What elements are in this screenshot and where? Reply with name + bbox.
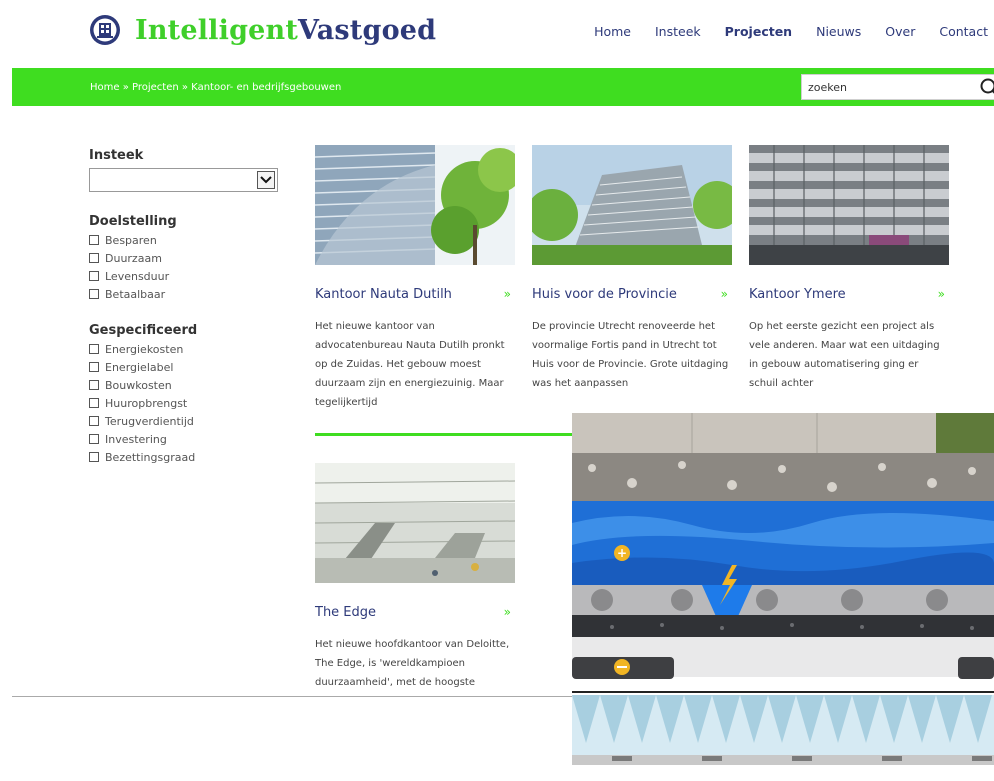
energy-roof-illustration: + <box>572 413 994 765</box>
nav-projecten[interactable]: Projecten <box>725 24 792 39</box>
project-thumbnail[interactable] <box>526 145 741 265</box>
checkbox[interactable] <box>89 416 99 426</box>
site-logo[interactable]: IntelligentVastgoed <box>89 14 436 46</box>
checkbox[interactable] <box>89 253 99 263</box>
filter-energiekosten[interactable]: Energiekosten <box>89 342 289 356</box>
project-description: Op het eerste gezicht een project als ve… <box>749 321 940 389</box>
logo-text: IntelligentVastgoed <box>135 15 436 46</box>
gespecificeerd-heading: Gespecificeerd <box>89 323 198 338</box>
checkbox[interactable] <box>89 398 99 408</box>
more-arrow-icon[interactable]: » <box>504 287 511 301</box>
checkbox[interactable] <box>89 271 99 281</box>
checkbox-label: Energielabel <box>105 360 174 374</box>
project-card: The Edge » Het nieuwe hoofdkantoor van D… <box>314 463 516 692</box>
main-nav: Home Insteek Projecten Nieuws Over Conta… <box>570 24 988 39</box>
checkbox[interactable] <box>89 289 99 299</box>
nav-nieuws[interactable]: Nieuws <box>816 24 861 39</box>
doelstelling-heading: Doelstelling <box>89 214 177 229</box>
checkbox-label: Besparen <box>105 233 157 247</box>
checkbox-label: Betaalbaar <box>105 287 166 301</box>
project-title[interactable]: Kantoor Nauta Dutilh » <box>315 287 515 302</box>
checkbox-label: Bouwkosten <box>105 378 172 392</box>
svg-text:+: + <box>617 546 627 560</box>
checkbox[interactable] <box>89 235 99 245</box>
filter-bouwkosten[interactable]: Bouwkosten <box>89 378 289 392</box>
project-thumbnail[interactable] <box>749 145 949 265</box>
breadcrumb[interactable]: Home » Projecten » Kantoor- en bedrijfsg… <box>90 82 341 93</box>
project-title[interactable]: Huis voor de Provincie » <box>532 287 732 302</box>
logo-text-part2: Vastgoed <box>298 14 437 46</box>
project-card: Kantoor Nauta Dutilh » Het nieuwe kantoo… <box>314 145 522 412</box>
filter-investering[interactable]: Investering <box>89 432 289 446</box>
project-title-text: Kantoor Nauta Dutilh <box>315 287 452 302</box>
filter-betaalbaar[interactable]: Betaalbaar <box>89 287 289 301</box>
checkbox-label: Investering <box>105 432 167 446</box>
project-title[interactable]: The Edge » <box>315 605 515 620</box>
filter-huuropbrengst[interactable]: Huuropbrengst <box>89 396 289 410</box>
nav-home[interactable]: Home <box>594 24 631 39</box>
checkbox-label: Energiekosten <box>105 342 184 356</box>
filter-terugverdientijd[interactable]: Terugverdientijd <box>89 414 289 428</box>
checkbox-label: Bezettingsgraad <box>105 450 196 464</box>
footer-divider <box>12 696 572 697</box>
logo-building-icon <box>90 15 120 45</box>
checkbox[interactable] <box>89 452 99 462</box>
nav-insteek[interactable]: Insteek <box>655 24 701 39</box>
project-title[interactable]: Kantoor Ymere » <box>749 287 949 302</box>
more-arrow-icon[interactable]: » <box>721 287 728 301</box>
project-title-text: Huis voor de Provincie <box>532 287 677 302</box>
gespecificeerd-group: Gespecificeerd Energiekosten Energielabe… <box>89 323 289 464</box>
logo-text-part1: Intelligent <box>135 14 299 46</box>
project-thumbnail[interactable] <box>314 145 522 265</box>
checkbox-label: Duurzaam <box>105 251 162 265</box>
filter-besparen[interactable]: Besparen <box>89 233 289 247</box>
project-description: De provincie Utrecht renoveerde het voor… <box>532 321 729 389</box>
checkbox[interactable] <box>89 362 99 372</box>
breadcrumb-bar: Home » Projecten » Kantoor- en bedrijfsg… <box>12 68 994 106</box>
project-title-text: The Edge <box>315 605 377 620</box>
insteek-heading: Insteek <box>89 148 144 163</box>
search-icon[interactable] <box>979 77 994 99</box>
chevron-down-icon[interactable] <box>257 171 275 189</box>
project-card: Kantoor Ymere » Op het eerste gezicht ee… <box>749 145 949 393</box>
site-header: IntelligentVastgoed Home Insteek Project… <box>0 0 994 68</box>
checkbox[interactable] <box>89 380 99 390</box>
project-card: Huis voor de Provincie » De provincie Ut… <box>526 145 741 393</box>
nav-contact[interactable]: Contact <box>939 24 988 39</box>
search-input[interactable] <box>808 79 968 95</box>
insteek-select[interactable] <box>89 168 278 192</box>
filter-energielabel[interactable]: Energielabel <box>89 360 289 374</box>
project-thumbnail[interactable] <box>314 463 516 583</box>
doelstelling-group: Doelstelling Besparen Duurzaam Levensduu… <box>89 214 289 301</box>
filter-duurzaam[interactable]: Duurzaam <box>89 251 289 265</box>
checkbox-label: Terugverdientijd <box>105 414 194 428</box>
more-arrow-icon[interactable]: » <box>504 605 511 619</box>
checkbox-label: Huuropbrengst <box>105 396 188 410</box>
project-title-text: Kantoor Ymere <box>749 287 846 302</box>
filter-sidebar: Insteek Doelstelling Besparen Duurzaam L… <box>89 148 289 464</box>
checkbox[interactable] <box>89 434 99 444</box>
nav-over[interactable]: Over <box>885 24 915 39</box>
checkbox-label: Levensduur <box>105 269 170 283</box>
project-description: Het nieuwe hoofdkantoor van Deloitte, Th… <box>315 639 510 688</box>
search-box <box>801 74 994 100</box>
filter-bezettingsgraad[interactable]: Bezettingsgraad <box>89 450 289 464</box>
filter-levensduur[interactable]: Levensduur <box>89 269 289 283</box>
section-divider <box>315 433 575 436</box>
more-arrow-icon[interactable]: » <box>938 287 945 301</box>
checkbox[interactable] <box>89 344 99 354</box>
project-description: Het nieuwe kantoor van advocatenbureau N… <box>315 321 505 408</box>
